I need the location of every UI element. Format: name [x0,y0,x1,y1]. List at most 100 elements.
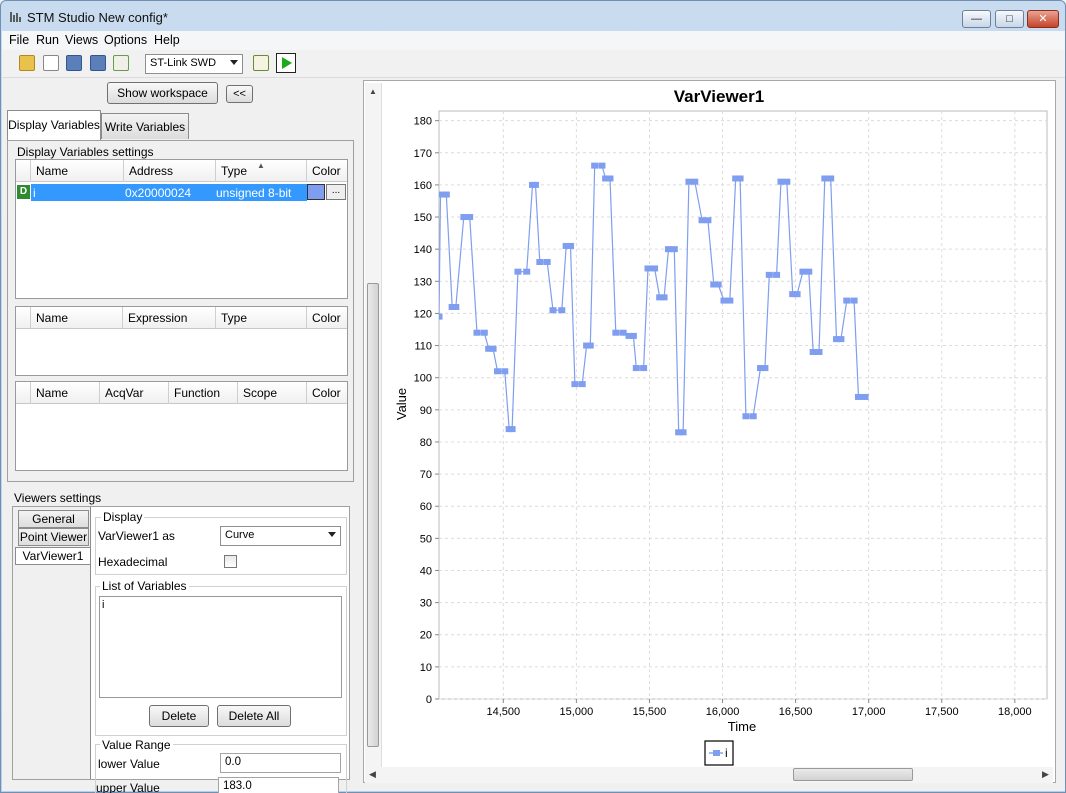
y-tick-label: 60 [420,501,432,513]
variables-group-title: List of Variables [100,579,189,593]
data-point [514,268,522,275]
menu-options[interactable]: Options [104,33,147,47]
column-header[interactable]: Color [306,160,347,182]
color-swatch[interactable] [307,184,325,200]
data-point [854,393,862,400]
y-tick-label: 160 [414,180,432,192]
column-header[interactable]: AcqVar [99,382,168,404]
table-row[interactable]: D i 0x20000024 unsigned 8-bit ... [16,184,347,201]
column-header[interactable]: Scope [237,382,306,404]
data-point [578,381,586,388]
column-header[interactable]: Name [30,307,122,329]
data-point [714,281,722,288]
data-point [850,297,858,304]
data-point [691,178,699,185]
data-point [793,291,801,298]
chevron-down-icon [230,60,238,65]
x-tick-label: 18,000 [998,706,1032,718]
x-tick-label: 17,500 [925,706,959,718]
data-point [558,307,566,314]
left-panel: Show workspace << Display Variables Writ… [5,78,358,793]
column-header[interactable]: Color [306,307,347,329]
data-point [783,178,791,185]
tab-write-variables[interactable]: Write Variables [101,113,189,139]
data-point [501,368,509,375]
data-point [466,214,474,221]
maximize-button[interactable]: □ [995,10,1024,28]
column-header[interactable]: Name [30,160,123,182]
table-icon[interactable] [253,55,269,71]
delete-button[interactable]: Delete [149,705,209,727]
tab-general[interactable]: General [18,510,89,528]
variables-list[interactable]: i [99,596,342,698]
menu-help[interactable]: Help [154,33,180,47]
vertical-scrollbar[interactable]: ▲ [365,83,382,783]
menu-views[interactable]: Views [65,33,98,47]
export-icon[interactable] [113,55,129,71]
save-multiple-icon[interactable] [66,55,82,71]
y-tick-label: 100 [414,373,432,385]
window-title: STM Studio New config* [27,10,168,25]
delete-all-button[interactable]: Delete All [217,705,291,727]
y-tick-label: 50 [420,533,432,545]
connection-select[interactable]: ST-Link SWD [145,54,243,74]
chart-title: VarViewer1 [674,87,764,106]
column-header[interactable]: Type [215,307,306,329]
data-point [442,191,450,198]
table-header: Name Expression Type Color [16,307,347,329]
tab-display-variables[interactable]: Display Variables [7,110,101,140]
y-axis-label: Value [394,388,409,420]
data-point [827,175,835,182]
tab-varviewer1[interactable]: VarViewer1 [15,547,90,565]
data-point [480,329,488,336]
display-variables-table: Name Address Type ▲ Color D i 0x20000024… [15,159,348,299]
data-point [493,368,501,375]
y-tick-label: 130 [414,276,432,288]
open-folder-icon[interactable] [19,55,35,71]
close-button[interactable]: ✕ [1027,10,1059,28]
scroll-thumb[interactable] [367,283,379,747]
hexadecimal-checkbox[interactable] [224,555,237,568]
data-point [761,365,769,372]
expression-table: Name Expression Type Color [15,306,348,376]
tab-point-viewer[interactable]: Point Viewer [18,528,89,546]
minimize-button[interactable]: — [962,10,991,28]
collapse-button[interactable]: << [226,85,253,103]
color-more-button[interactable]: ... [326,184,346,200]
data-point [773,271,781,278]
data-point [651,265,659,272]
column-header[interactable]: Address [123,160,215,182]
show-workspace-button[interactable]: Show workspace [107,82,218,104]
viewers-settings-title: Viewers settings [14,491,102,505]
column-header[interactable]: Name [30,382,99,404]
lower-value-field[interactable]: 0.0 [220,753,341,773]
data-point [670,246,678,253]
x-axis-label: Time [728,719,756,734]
display-group-title: Display [101,510,145,524]
column-header[interactable]: Color [306,382,347,404]
viewers-settings-panel: General Point Viewer VarViewer1 Display … [12,506,350,793]
viewer-type-value: Curve [225,529,255,541]
scroll-left-icon[interactable]: ◀ [369,769,376,780]
list-item[interactable]: i [102,599,104,611]
data-point [549,307,557,314]
x-tick-label: 15,500 [633,706,667,718]
viewer-as-label: VarViewer1 as [98,529,175,543]
hexadecimal-label: Hexadecimal [98,555,168,569]
viewer-type-select[interactable]: Curve [220,526,341,546]
new-file-icon[interactable] [43,55,59,71]
save-icon[interactable] [90,55,106,71]
column-header[interactable]: Expression [122,307,215,329]
y-tick-label: 20 [420,630,432,642]
menu-file[interactable]: File [9,33,29,47]
column-header[interactable]: Function [168,382,237,404]
scroll-up-icon[interactable]: ▲ [369,87,377,96]
run-button[interactable] [276,53,296,73]
menu-run[interactable]: Run [36,33,59,47]
legend-label: i [725,746,728,760]
y-tick-label: 70 [420,469,432,481]
lower-value-label: lower Value [98,757,160,771]
upper-value-field[interactable]: 183.0 [218,777,339,793]
data-point [861,393,869,400]
data-point [736,175,744,182]
